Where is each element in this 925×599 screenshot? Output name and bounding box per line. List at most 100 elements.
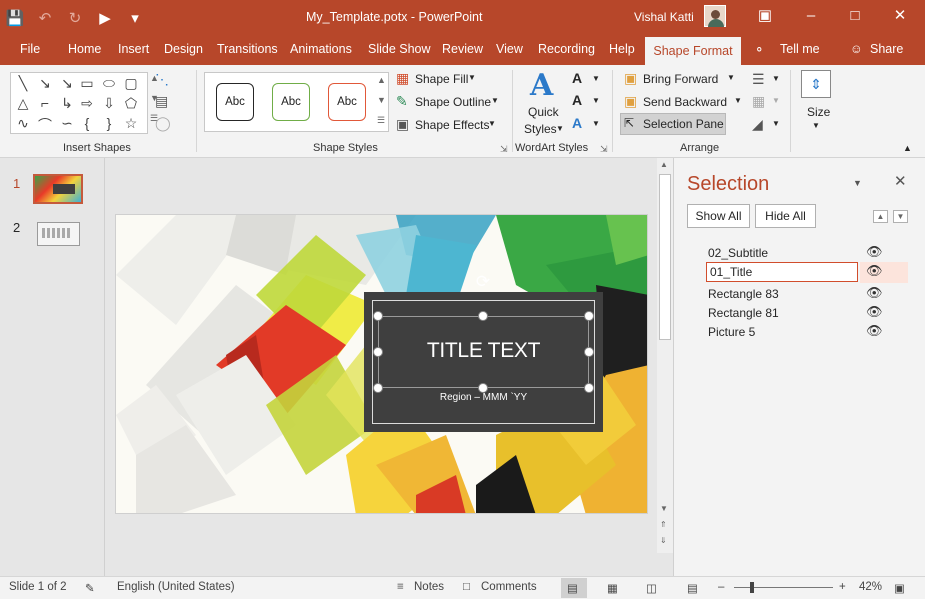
resize-handle[interactable] bbox=[373, 383, 383, 393]
zoom-in-icon[interactable]: + bbox=[839, 581, 846, 593]
shape-style-green[interactable]: Abc bbox=[272, 83, 310, 121]
down-arrow-shape-icon[interactable]: ⇩ bbox=[99, 95, 119, 112]
styles-up-icon[interactable]: ▲ bbox=[377, 75, 386, 85]
scroll-up-icon[interactable]: ▲ bbox=[660, 160, 668, 169]
size-button[interactable]: Size bbox=[807, 105, 830, 119]
resize-handle[interactable] bbox=[584, 347, 594, 357]
chevron-down-icon[interactable]: ▼ bbox=[772, 119, 780, 128]
chevron-down-icon[interactable]: ▼ bbox=[812, 121, 820, 130]
tab-transitions[interactable]: Transitions bbox=[217, 42, 278, 56]
tab-help[interactable]: Help bbox=[609, 42, 635, 56]
chevron-down-icon[interactable]: ▼ bbox=[772, 96, 780, 105]
eye-icon[interactable]: 👁 bbox=[866, 285, 883, 301]
quick-styles-label-1[interactable]: Quick bbox=[528, 105, 559, 119]
zoom-slider[interactable] bbox=[734, 587, 833, 588]
resize-handle[interactable] bbox=[373, 347, 383, 357]
quick-styles-label-2[interactable]: Styles bbox=[524, 122, 557, 136]
zoom-level[interactable]: 42% bbox=[859, 581, 882, 593]
scrollbar-thumb[interactable] bbox=[659, 174, 671, 340]
previous-slide-icon[interactable]: ⇑ bbox=[660, 520, 667, 529]
next-slide-icon[interactable]: ⇓ bbox=[660, 536, 667, 545]
share-icon[interactable]: ☺ bbox=[850, 42, 863, 56]
notes-icon[interactable]: ≡ bbox=[397, 581, 404, 593]
tab-home[interactable]: Home bbox=[68, 42, 101, 56]
zoom-out-icon[interactable]: – bbox=[718, 581, 724, 593]
triangle-shape-icon[interactable]: △ bbox=[13, 95, 33, 112]
collapse-ribbon-icon[interactable]: ▲ bbox=[903, 143, 912, 153]
user-name[interactable]: Vishal Katti bbox=[634, 10, 694, 24]
rotate-icon[interactable]: ◢ bbox=[752, 116, 763, 133]
comments-icon[interactable]: □ bbox=[463, 581, 470, 593]
chevron-down-icon[interactable]: ▼ bbox=[491, 96, 499, 105]
minimize-icon[interactable]: – bbox=[788, 0, 834, 32]
tab-view[interactable]: View bbox=[496, 42, 523, 56]
wordart-icon[interactable]: A bbox=[530, 68, 553, 103]
chevron-down-icon[interactable]: ▼ bbox=[488, 119, 496, 128]
chevron-down-icon[interactable]: ▼ bbox=[592, 74, 600, 83]
reading-view-icon[interactable]: ◫ bbox=[646, 581, 657, 595]
slideshow-view-icon[interactable]: ▤ bbox=[687, 581, 698, 595]
shape-styles-gallery[interactable]: Abc Abc Abc bbox=[204, 72, 389, 132]
notes-button[interactable]: Notes bbox=[414, 581, 444, 593]
arc-icon[interactable]: ⌒ bbox=[35, 115, 55, 135]
star-shape-icon[interactable]: ☆ bbox=[121, 115, 141, 132]
selection-item[interactable]: Rectangle 81 bbox=[708, 306, 779, 320]
text-box-icon[interactable]: ▤ bbox=[155, 93, 168, 110]
chevron-down-icon[interactable]: ▼ bbox=[468, 73, 476, 82]
right-brace-icon[interactable]: } bbox=[99, 115, 119, 131]
elbow-connector-icon[interactable]: ⌐ bbox=[35, 95, 55, 111]
chevron-down-icon[interactable]: ▼ bbox=[556, 124, 564, 133]
pane-options-icon[interactable]: ▼ bbox=[853, 178, 862, 188]
customize-qat-icon[interactable]: ▾ bbox=[120, 9, 150, 27]
resize-handle[interactable] bbox=[584, 383, 594, 393]
redo-icon[interactable]: ↻ bbox=[60, 9, 90, 27]
eye-icon[interactable]: 👁 bbox=[866, 263, 883, 279]
save-icon[interactable]: 💾 bbox=[0, 9, 30, 27]
align-icon[interactable]: ☰ bbox=[752, 71, 765, 88]
rotate-handle-icon[interactable]: ⟳ bbox=[473, 272, 493, 292]
resize-handle[interactable] bbox=[373, 311, 383, 321]
avatar[interactable] bbox=[704, 5, 726, 27]
tab-slide-show[interactable]: Slide Show bbox=[368, 42, 431, 56]
chevron-down-icon[interactable]: ▼ bbox=[592, 96, 600, 105]
dialog-launcher-icon[interactable]: ⇲ bbox=[600, 144, 608, 155]
chevron-down-icon[interactable]: ▼ bbox=[592, 119, 600, 128]
left-brace-icon[interactable]: { bbox=[77, 115, 97, 131]
tab-file[interactable]: File bbox=[20, 42, 40, 56]
eye-icon[interactable]: 👁 bbox=[866, 323, 883, 339]
rounded-rectangle-icon[interactable]: ▢ bbox=[121, 75, 141, 92]
selection-item[interactable]: Rectangle 83 bbox=[708, 287, 779, 301]
eye-icon[interactable]: 👁 bbox=[866, 304, 883, 320]
close-pane-icon[interactable]: ✕ bbox=[894, 172, 907, 190]
shape-effects-button[interactable]: Shape Effects bbox=[415, 118, 490, 132]
present-icon[interactable]: ▶ bbox=[90, 9, 120, 27]
tab-review[interactable]: Review bbox=[442, 42, 483, 56]
undo-icon[interactable]: ↶ bbox=[30, 9, 60, 27]
text-fill-icon[interactable]: A bbox=[572, 70, 582, 86]
slide-sorter-icon[interactable]: ▦ bbox=[607, 581, 618, 595]
styles-more-icon[interactable]: ☰ bbox=[377, 115, 385, 126]
resize-handle[interactable] bbox=[478, 311, 488, 321]
freeform-icon[interactable]: ∿ bbox=[13, 115, 33, 132]
oval-shape-icon[interactable]: ⬭ bbox=[99, 75, 119, 92]
slide-thumbnail-2[interactable] bbox=[37, 222, 80, 246]
curve-icon[interactable]: ∽ bbox=[57, 115, 77, 132]
rectangle-shape-icon[interactable]: ▭ bbox=[77, 75, 97, 92]
chevron-down-icon[interactable]: ▼ bbox=[727, 73, 735, 82]
share-button[interactable]: Share bbox=[870, 42, 903, 56]
text-outline-icon[interactable]: A bbox=[572, 92, 582, 108]
text-effects-icon[interactable]: A bbox=[572, 115, 582, 131]
spell-check-icon[interactable]: ✎ bbox=[85, 581, 95, 595]
eye-icon[interactable]: 👁 bbox=[866, 244, 883, 260]
resize-handle[interactable] bbox=[584, 311, 594, 321]
show-all-button[interactable]: Show All bbox=[687, 204, 750, 228]
merge-shapes-icon[interactable]: ◯ bbox=[155, 115, 171, 132]
elbow-arrow-icon[interactable]: ↳ bbox=[57, 95, 77, 112]
dialog-launcher-icon[interactable]: ⇲ bbox=[500, 144, 508, 155]
scroll-down-icon[interactable]: ▼ bbox=[660, 504, 668, 513]
arrow-line-icon[interactable]: ↘ bbox=[35, 75, 55, 92]
group-icon[interactable]: ▦ bbox=[752, 93, 765, 110]
shape-style-dark[interactable]: Abc bbox=[216, 83, 254, 121]
slide-thumbnail-1[interactable] bbox=[33, 174, 83, 204]
selection-item[interactable]: Picture 5 bbox=[708, 325, 755, 339]
